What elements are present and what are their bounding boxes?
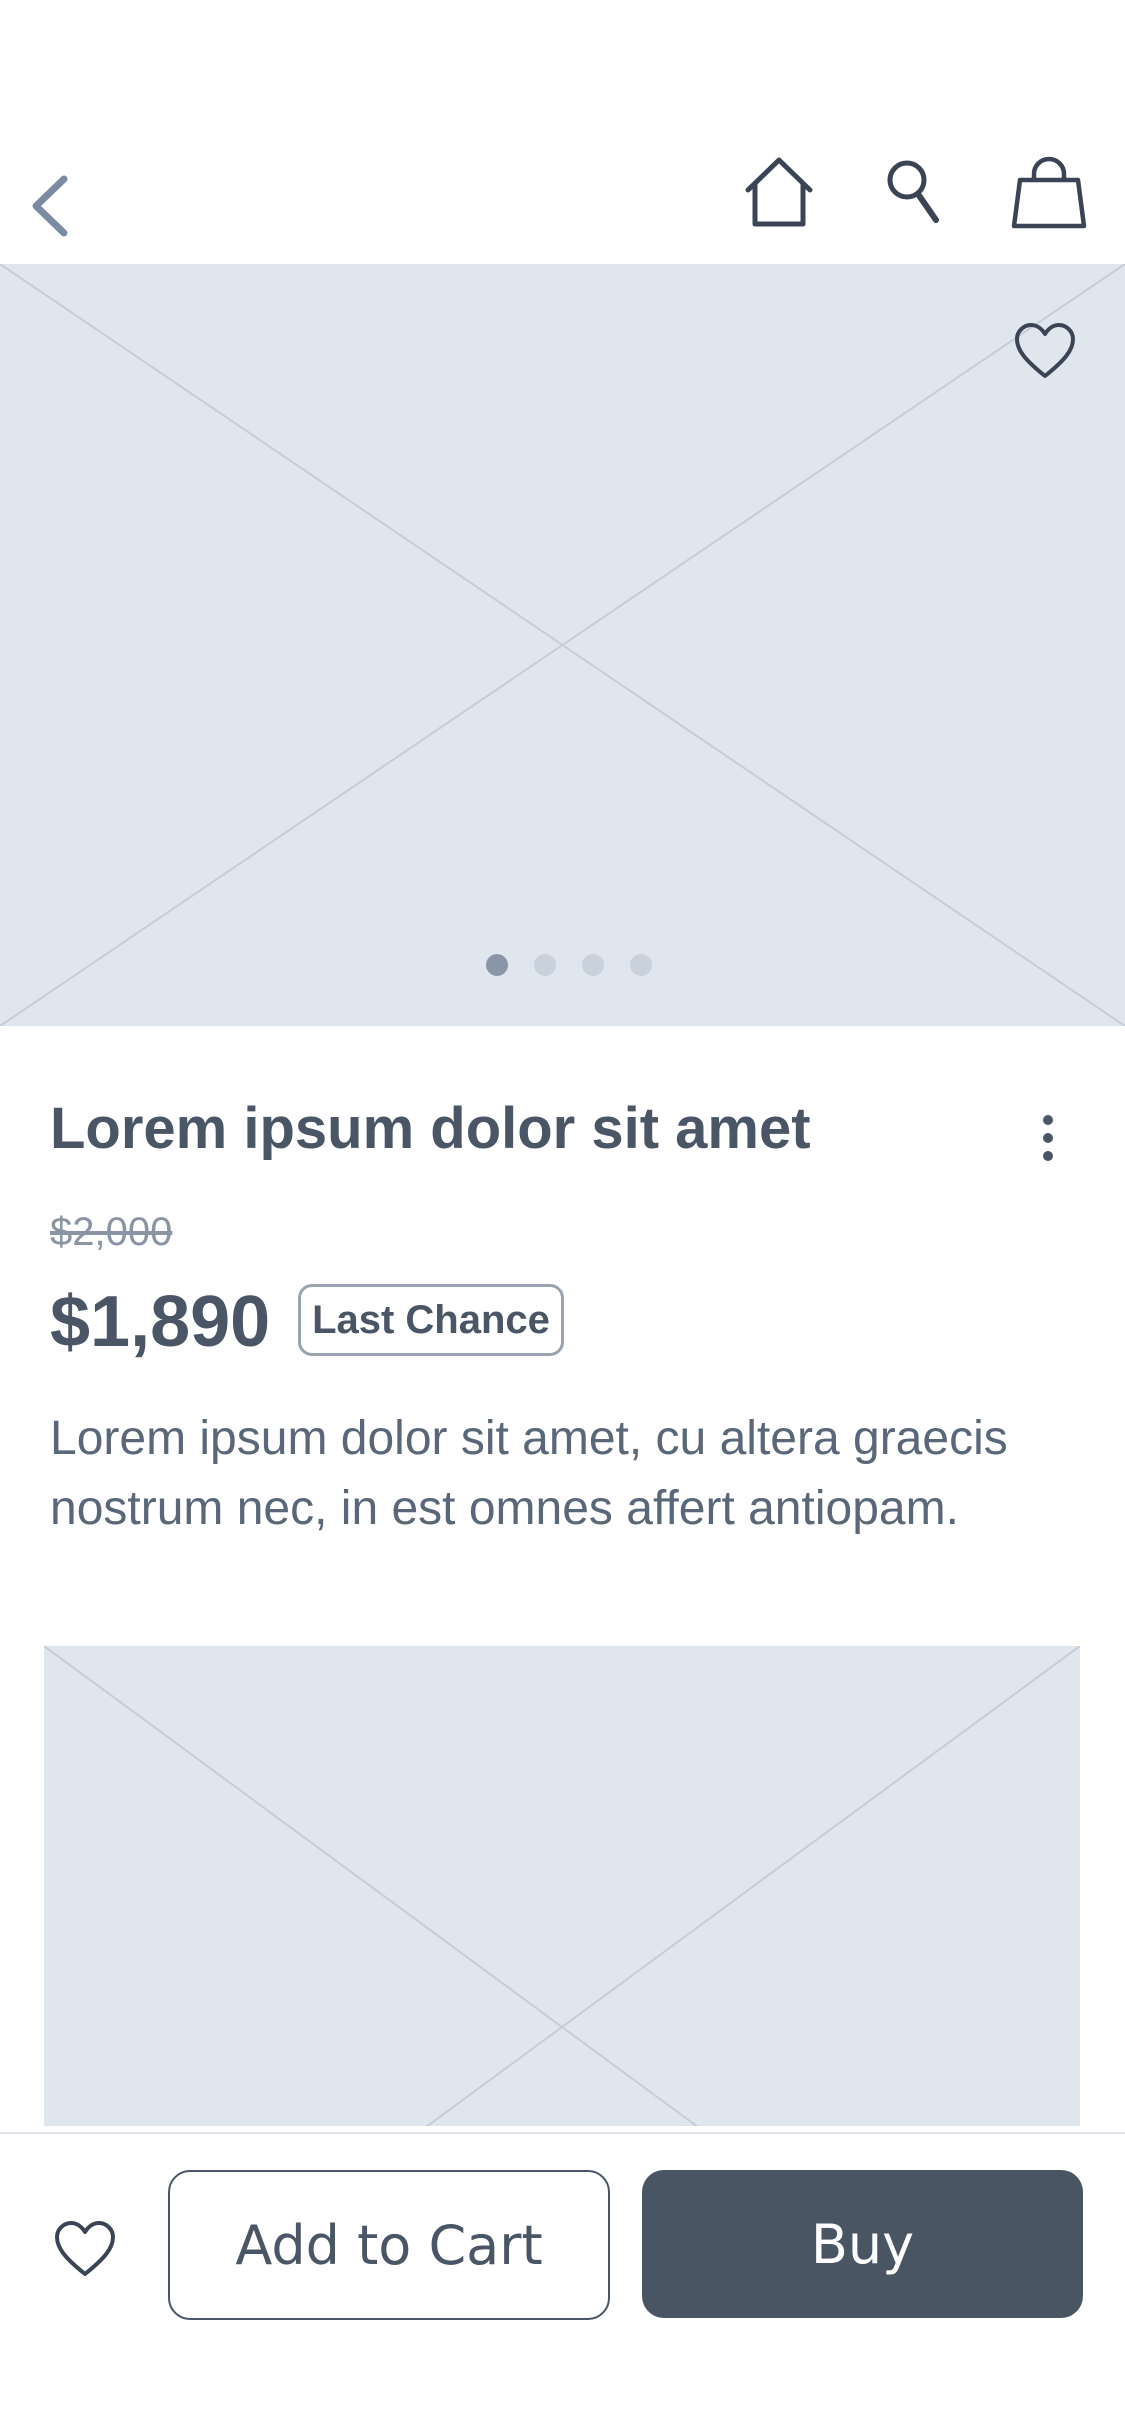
carousel-dot[interactable] <box>629 954 652 976</box>
carousel-dot[interactable] <box>533 954 556 976</box>
top-navigation-bar <box>0 130 1125 264</box>
image-placeholder <box>44 1646 1080 2126</box>
product-image-carousel[interactable] <box>0 264 1125 1026</box>
secondary-product-image <box>44 1646 1080 2126</box>
add-to-cart-button[interactable]: Add to Cart <box>168 2170 610 2320</box>
bottom-action-bar: Add to Cart Buy <box>0 2132 1125 2436</box>
sale-price: $1,890 <box>50 1282 271 1362</box>
product-title: Lorem ipsum dolor sit amet <box>50 1096 811 1161</box>
carousel-dot-active[interactable] <box>485 954 508 976</box>
shopping-bag-icon[interactable] <box>1006 150 1092 234</box>
search-icon[interactable] <box>880 152 946 232</box>
original-price: $2,000 <box>50 1210 173 1254</box>
heart-icon[interactable] <box>50 2216 120 2282</box>
image-placeholder <box>0 264 1125 1026</box>
product-description: Lorem ipsum dolor sit amet, cu altera gr… <box>50 1412 1008 1535</box>
status-bar <box>0 0 1125 130</box>
heart-icon[interactable] <box>1008 316 1082 386</box>
buy-button[interactable]: Buy <box>642 2170 1083 2318</box>
carousel-dot[interactable] <box>581 954 604 976</box>
more-vertical-icon[interactable] <box>1030 1112 1066 1164</box>
carousel-indicator <box>0 954 1125 978</box>
home-icon[interactable] <box>740 152 818 232</box>
last-chance-badge: Last Chance <box>298 1284 564 1356</box>
back-chevron-icon[interactable] <box>14 166 84 246</box>
